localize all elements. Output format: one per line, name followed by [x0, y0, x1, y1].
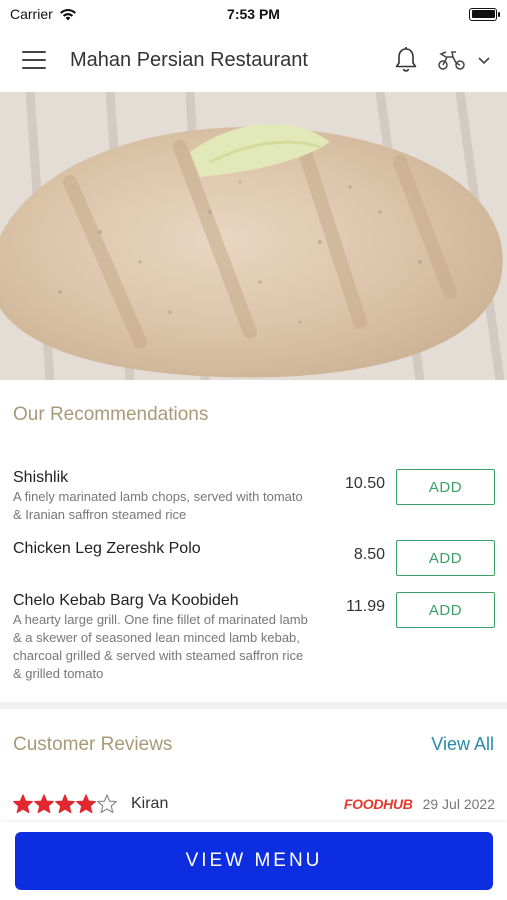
header-icons [393, 46, 491, 74]
star-empty-icon [97, 794, 117, 814]
add-button[interactable]: ADD [396, 540, 495, 576]
hamburger-menu-icon[interactable] [22, 51, 46, 69]
notifications-button[interactable] [393, 46, 419, 74]
recommendations-title: Our Recommendations [13, 404, 209, 425]
restaurant-title: Mahan Persian Restaurant [70, 48, 308, 71]
star-filled-icon [55, 794, 75, 814]
hero-food-image [0, 92, 507, 380]
review-row: Kiran FOODHUB 29 Jul 2022 [13, 792, 495, 816]
view-menu-button[interactable]: VIEW MENU [15, 832, 493, 890]
chevron-down-icon [478, 57, 490, 65]
menu-item: Shishlik A finely marinated lamb chops, … [13, 469, 495, 524]
menu-item-price: 10.50 [344, 475, 385, 492]
star-filled-icon [76, 794, 96, 814]
view-all-link[interactable]: View All [431, 734, 494, 755]
app-header: Mahan Persian Restaurant [0, 28, 507, 92]
menu-item: Chelo Kebab Barg Va Koobideh A hearty la… [13, 592, 495, 683]
review-meta: FOODHUB 29 Jul 2022 [344, 796, 495, 812]
scooter-icon [438, 51, 465, 70]
status-left: Carrier [10, 6, 77, 22]
status-bar: Carrier 7:53 PM [0, 0, 507, 28]
carrier-label: Carrier [10, 6, 53, 22]
bell-icon [395, 47, 417, 72]
foodhub-logo: FOODHUB [343, 796, 413, 812]
delivery-mode-button[interactable] [437, 49, 491, 71]
rating-stars [13, 794, 117, 814]
star-filled-icon [34, 794, 54, 814]
wifi-icon [59, 8, 76, 20]
reviews-title: Customer Reviews [13, 734, 173, 755]
menu-item-description: A finely marinated lamb chops, served wi… [13, 489, 303, 522]
star-filled-icon [13, 794, 33, 814]
menu-item-description: A hearty large grill. One fine fillet of… [13, 612, 308, 681]
add-button[interactable]: ADD [396, 469, 495, 505]
section-divider [0, 702, 507, 709]
review-date: 29 Jul 2022 [422, 796, 495, 812]
menu-item: Chicken Leg Zereshk Polo 8.50 ADD [13, 540, 495, 576]
battery-icon [469, 7, 500, 21]
menu-item-price: 11.99 [346, 598, 385, 615]
menu-item-price: 8.50 [353, 546, 385, 563]
bottom-bar: VIEW MENU [0, 822, 507, 900]
add-button[interactable]: ADD [396, 592, 495, 628]
reviewer-name: Kiran [131, 795, 169, 812]
